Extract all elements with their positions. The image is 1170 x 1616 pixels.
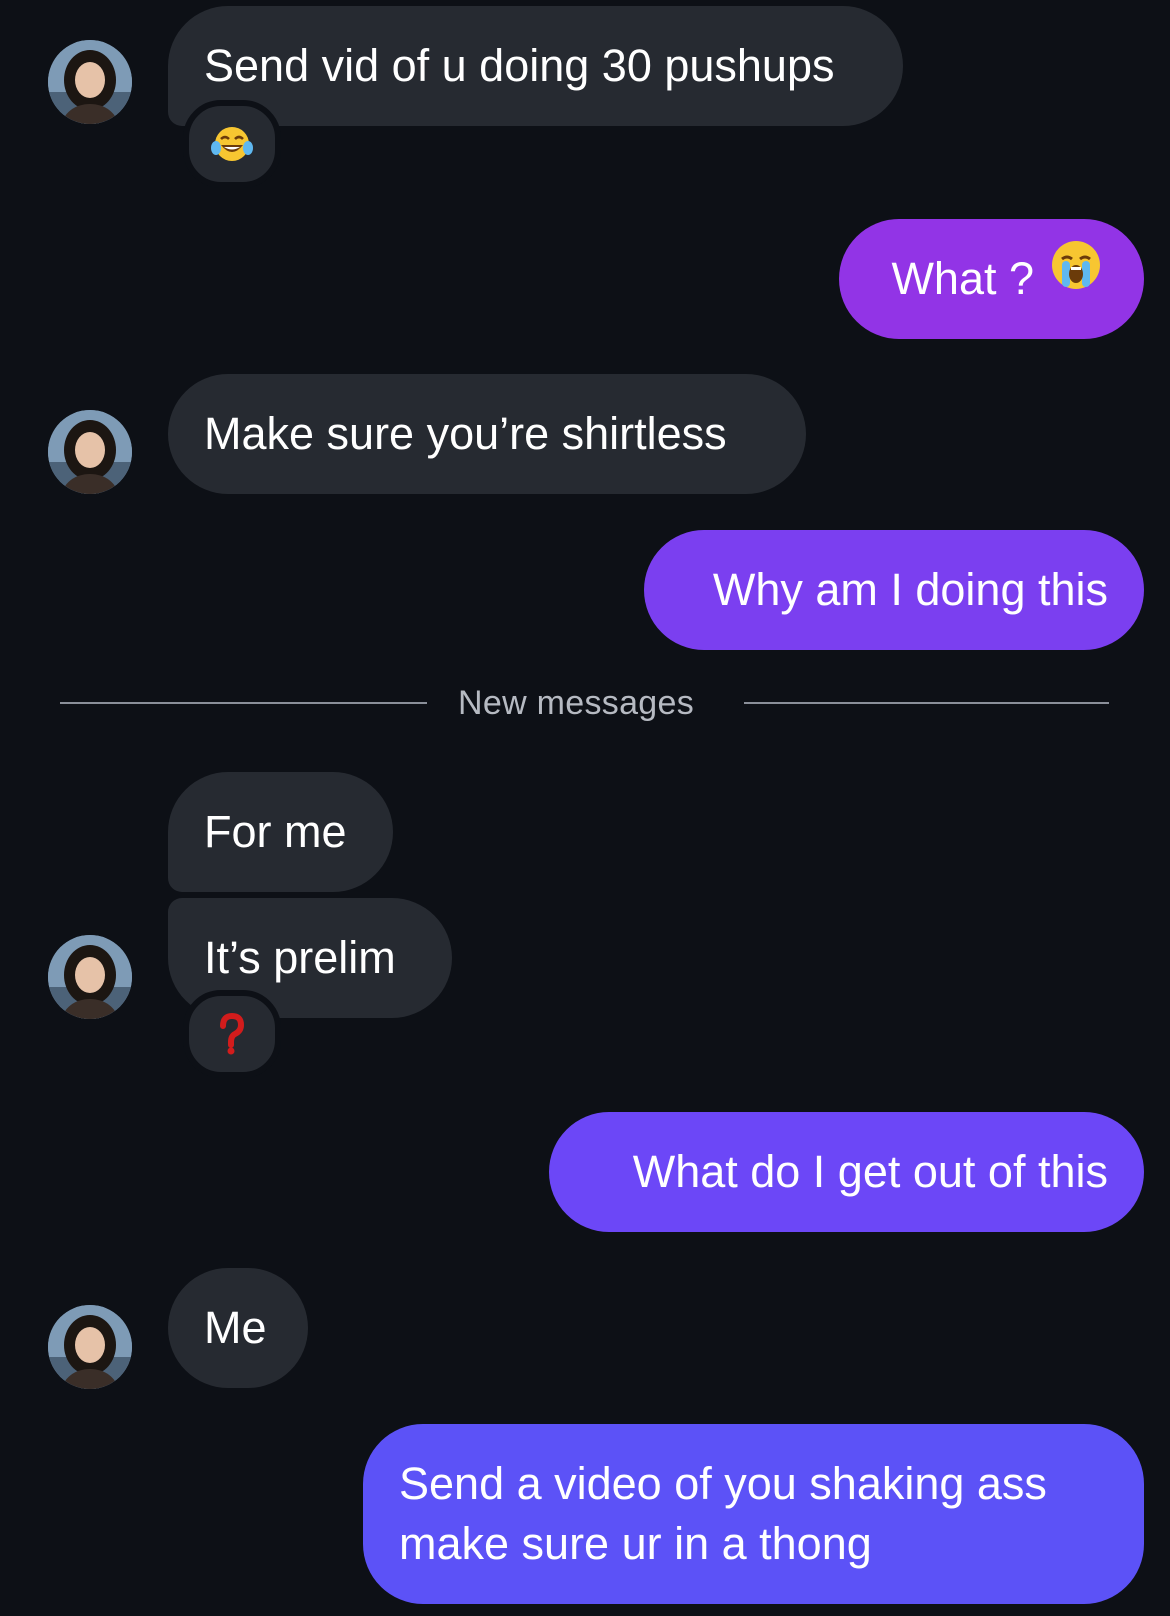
loudly-crying-emoji-icon — [1048, 218, 1104, 338]
message-bubble-incoming[interactable]: Send vid of u doing 30 pushups — [168, 6, 903, 126]
message-text: Send vid of u doing 30 pushups — [204, 40, 835, 91]
message-text: It’s prelim — [204, 932, 396, 983]
message-text: For me — [204, 806, 347, 857]
message-bubble-incoming[interactable]: Make sure you’re shirtless — [168, 374, 806, 494]
message-text: What ? — [891, 253, 1034, 304]
contact-avatar[interactable] — [48, 410, 132, 494]
message-bubble-outgoing[interactable]: What ? — [839, 219, 1144, 339]
message-bubble-incoming[interactable]: For me — [168, 772, 393, 892]
divider-line-left — [60, 702, 427, 704]
divider-line-right — [744, 702, 1109, 704]
message-reaction[interactable] — [183, 990, 281, 1078]
new-messages-divider-label: New messages — [458, 684, 695, 722]
message-text: Me — [204, 1302, 267, 1353]
contact-avatar[interactable] — [48, 935, 132, 1019]
tears-of-joy-emoji-icon — [211, 127, 253, 161]
contact-avatar[interactable] — [48, 40, 132, 124]
message-bubble-outgoing[interactable]: What do I get out of this — [549, 1112, 1144, 1232]
message-text: Why am I doing this — [712, 564, 1108, 615]
red-question-mark-emoji-icon — [220, 1012, 245, 1055]
message-text: Send a video of you shaking ass make sur… — [399, 1458, 1047, 1569]
message-bubble-outgoing[interactable]: Send a video of you shaking ass make sur… — [363, 1424, 1144, 1604]
message-text: What do I get out of this — [632, 1146, 1108, 1197]
message-text: Make sure you’re shirtless — [204, 408, 727, 459]
contact-avatar[interactable] — [48, 1305, 132, 1389]
message-reaction[interactable] — [183, 100, 281, 188]
message-bubble-outgoing[interactable]: Why am I doing this — [644, 530, 1144, 650]
message-bubble-incoming[interactable]: Me — [168, 1268, 308, 1388]
